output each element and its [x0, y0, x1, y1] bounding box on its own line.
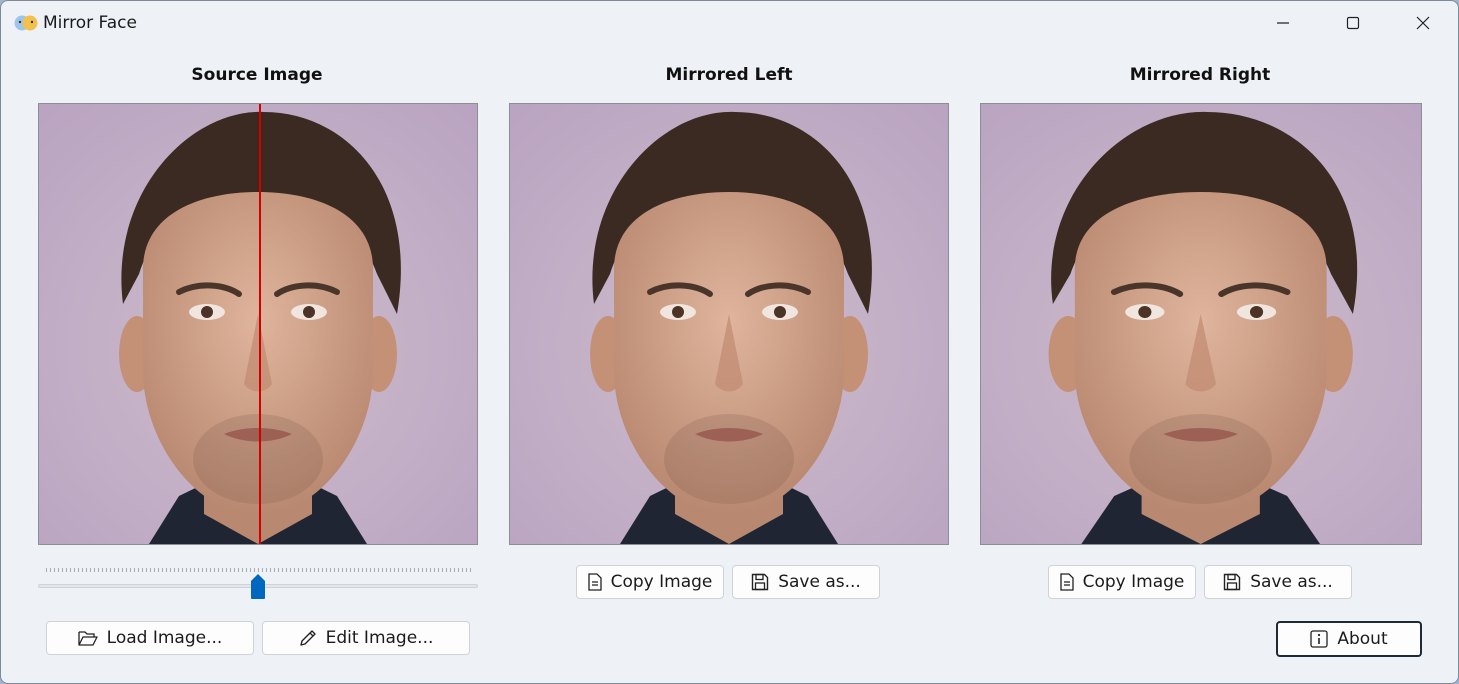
pencil-icon: [299, 629, 317, 647]
maximize-icon: [1346, 16, 1360, 30]
copy-left-button[interactable]: Copy Image: [576, 565, 724, 599]
edit-image-label: Edit Image...: [325, 628, 434, 648]
save-right-label: Save as...: [1250, 572, 1333, 592]
about-button[interactable]: About: [1276, 621, 1422, 657]
about-label: About: [1337, 629, 1388, 649]
close-icon: [1416, 16, 1430, 30]
slider-ticks: [46, 568, 471, 572]
source-image-title: Source Image: [191, 65, 323, 85]
copy-right-label: Copy Image: [1082, 572, 1185, 592]
save-right-button[interactable]: Save as...: [1204, 565, 1352, 599]
close-button[interactable]: [1388, 1, 1458, 45]
minimize-button[interactable]: [1248, 1, 1318, 45]
mirrored-left-image: [509, 103, 949, 545]
save-left-button[interactable]: Save as...: [732, 565, 880, 599]
maximize-button[interactable]: [1318, 1, 1388, 45]
source-image[interactable]: [38, 103, 478, 545]
edit-image-button[interactable]: Edit Image...: [262, 621, 470, 655]
slider-thumb[interactable]: [250, 573, 266, 600]
document-icon: [587, 573, 602, 591]
window-title: Mirror Face: [43, 13, 137, 33]
mirrored-right-title: Mirrored Right: [1129, 65, 1271, 85]
mirrored-right-image: [980, 103, 1422, 545]
app-window: Mirror Face Source Image Mirrored Left M…: [0, 0, 1459, 684]
info-icon: [1310, 630, 1329, 648]
floppy-disk-icon: [751, 573, 769, 591]
folder-open-icon: [78, 630, 98, 646]
mirror-face-app-icon: [14, 13, 38, 33]
minimize-icon: [1277, 22, 1289, 24]
document-icon: [1059, 573, 1074, 591]
load-image-label: Load Image...: [106, 628, 223, 648]
mirrored-left-title: Mirrored Left: [665, 65, 793, 85]
load-image-button[interactable]: Load Image...: [46, 621, 254, 655]
title-bar[interactable]: Mirror Face: [1, 1, 1458, 45]
floppy-disk-icon: [1223, 573, 1241, 591]
copy-left-label: Copy Image: [610, 572, 713, 592]
copy-right-button[interactable]: Copy Image: [1048, 565, 1196, 599]
save-left-label: Save as...: [778, 572, 861, 592]
